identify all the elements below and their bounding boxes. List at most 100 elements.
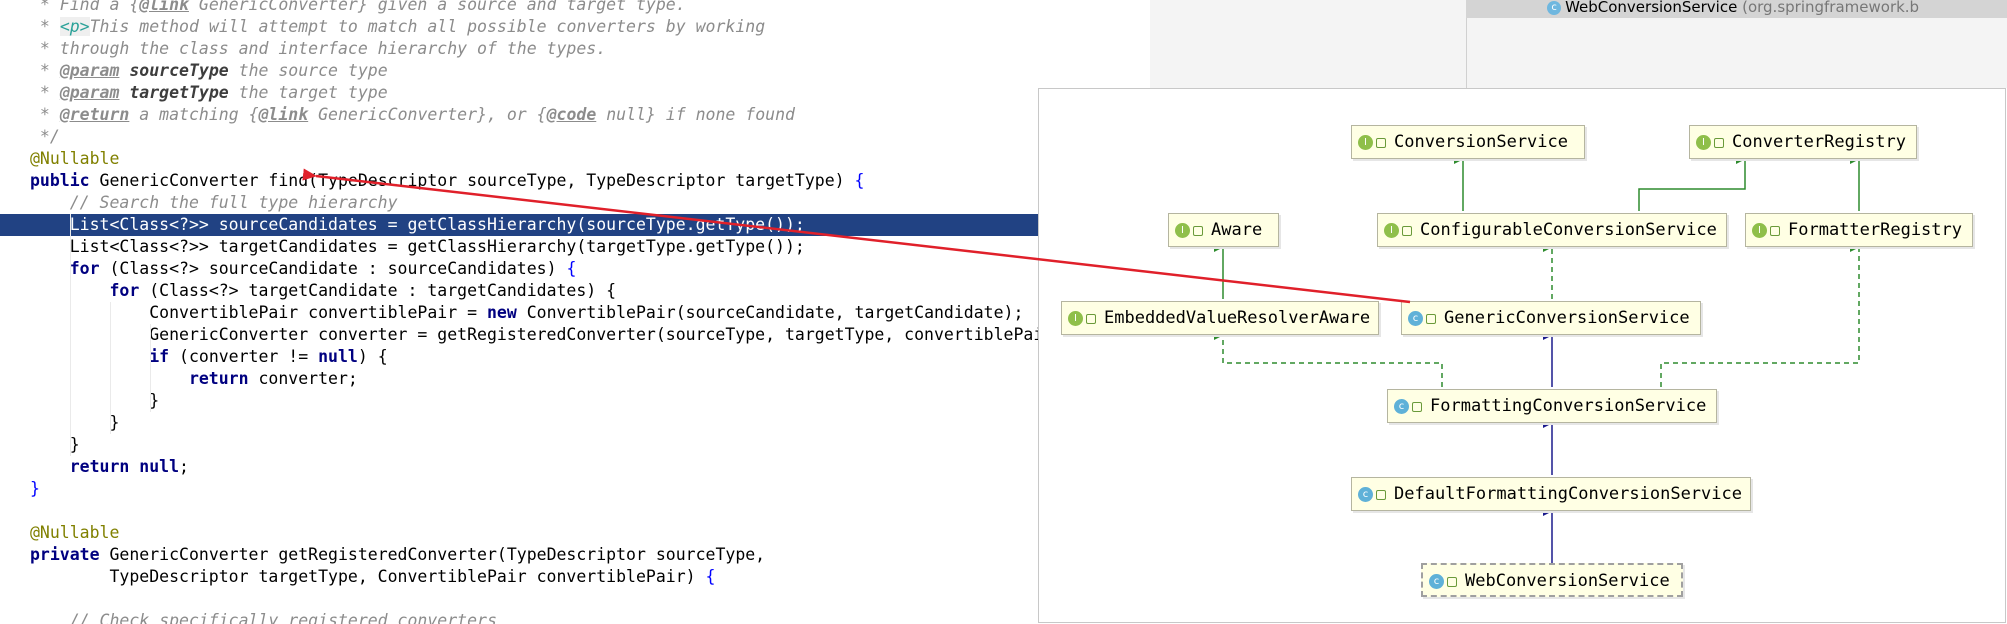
code-token: */ [30, 127, 60, 146]
node-default-formatting-conversion-service[interactable]: c DefaultFormattingConversionService [1351, 477, 1751, 511]
edge-configurable-to-registry [1638, 154, 1746, 211]
code-token: { [854, 171, 865, 190]
code-token: @link [258, 105, 309, 124]
interface-icon: I [1358, 134, 1373, 150]
code-line[interactable] [0, 588, 1150, 610]
node-embedded-value-resolver-aware[interactable]: I EmbeddedValueResolverAware [1061, 301, 1379, 335]
interface-icon: I [1384, 222, 1399, 238]
code-line[interactable]: } [0, 434, 1150, 456]
code-token: List<Class<?>> targetCandidates = getCla… [30, 237, 805, 256]
structure-item-name: WebConversionService [1565, 0, 1738, 16]
code-editor[interactable]: * Find a {@link GenericConverter} given … [0, 0, 1150, 624]
code-line[interactable]: private GenericConverter getRegisteredCo… [0, 544, 1150, 566]
node-converter-registry[interactable]: I ConverterRegistry [1689, 125, 1917, 159]
code-line[interactable]: List<Class<?>> targetCandidates = getCla… [0, 236, 1150, 258]
edge-formatting-to-embedded [1214, 330, 1443, 387]
node-conversion-service[interactable]: I ConversionService [1351, 125, 1585, 159]
indent-guide [70, 214, 71, 456]
code-token: (Class<?> sourceCandidate : sourceCandid… [99, 259, 567, 278]
indent-guide [110, 302, 111, 434]
code-token: @param [59, 61, 120, 80]
code-line[interactable]: } [0, 478, 1150, 500]
code-token: new [486, 303, 517, 322]
code-line[interactable]: * @return a matching {@link GenericConve… [0, 104, 1150, 126]
code-token: * Find a { [30, 0, 140, 14]
node-formatter-registry[interactable]: I FormatterRegistry [1745, 213, 1973, 247]
code-line[interactable]: * @param targetType the target type [0, 82, 1150, 104]
code-line[interactable]: ConvertiblePair convertiblePair = new Co… [0, 302, 1150, 324]
code-token: private [30, 545, 100, 564]
code-token: converter; [248, 369, 358, 388]
code-token: } [30, 391, 160, 410]
code-token: @return [59, 105, 130, 124]
code-line[interactable]: @Nullable [0, 522, 1150, 544]
code-line[interactable]: } [0, 390, 1150, 412]
lock-icon [1770, 226, 1780, 236]
node-formatting-conversion-service[interactable]: c FormattingConversionService [1387, 389, 1717, 423]
code-line[interactable]: @Nullable [0, 148, 1150, 170]
lock-icon [1402, 226, 1412, 236]
lock-icon [1714, 138, 1724, 148]
code-token: the source type [228, 61, 388, 80]
code-token: GenericConverter getRegisteredConverter(… [99, 545, 766, 564]
code-line[interactable]: * <p>This method will attempt to match a… [0, 16, 1150, 38]
code-token: ; [179, 457, 189, 476]
lock-icon [1193, 226, 1203, 236]
code-token: @Nullable [30, 149, 120, 168]
code-line[interactable]: } [0, 412, 1150, 434]
code-token: for [30, 281, 140, 300]
code-token: * [30, 105, 60, 124]
code-token: targetType [129, 83, 229, 102]
code-line[interactable]: // Search the full type hierarchy [0, 192, 1150, 214]
code-line[interactable]: * Find a {@link GenericConverter} given … [0, 0, 1150, 16]
code-line[interactable]: // Check specifically registered convert… [0, 610, 1150, 624]
code-line[interactable]: for (Class<?> targetCandidate : targetCa… [0, 280, 1150, 302]
class-icon: c [1547, 0, 1562, 15]
code-token: public [30, 171, 90, 190]
code-line[interactable] [0, 500, 1150, 522]
class-icon: c [1408, 310, 1423, 326]
structure-item-package: (org.springframework.b [1742, 0, 1920, 16]
code-token: { [705, 567, 716, 586]
code-line[interactable]: * @param sourceType the source type [0, 60, 1150, 82]
node-generic-conversion-service[interactable]: c GenericConversionService [1401, 301, 1701, 335]
code-token: // Check specifically registered convert… [30, 611, 497, 624]
interface-icon: I [1752, 222, 1767, 238]
code-token: return [30, 369, 249, 388]
code-line[interactable]: public GenericConverter find(TypeDescrip… [0, 170, 1150, 192]
code-token: (Class<?> targetCandidate : targetCandid… [139, 281, 617, 300]
code-token: } [30, 479, 40, 498]
code-token: TypeDescriptor targetType, ConvertiblePa… [30, 567, 706, 586]
diagram-edges [1214, 154, 1860, 563]
indent-guide [150, 324, 151, 412]
code-line[interactable]: return converter; [0, 368, 1150, 390]
code-token: * [30, 17, 60, 36]
code-line[interactable]: return null; [0, 456, 1150, 478]
lock-icon [1426, 314, 1436, 324]
lock-icon [1086, 314, 1096, 324]
structure-item-web-conversion-service[interactable]: c WebConversionService (org.springframewo… [1466, 0, 2007, 18]
node-web-conversion-service[interactable]: c WebConversionService [1421, 563, 1683, 597]
node-aware[interactable]: I Aware [1168, 213, 1279, 247]
code-line[interactable]: TypeDescriptor targetType, ConvertiblePa… [0, 566, 1150, 588]
lock-icon [1412, 402, 1422, 412]
class-icon: c [1429, 573, 1444, 589]
code-line[interactable]: List<Class<?>> sourceCandidates = getCla… [0, 214, 1150, 236]
code-token: sourceType [129, 61, 229, 80]
code-token: return null [30, 457, 180, 476]
code-line[interactable]: GenericConverter converter = getRegister… [0, 324, 1150, 346]
code-line[interactable]: if (converter != null) { [0, 346, 1150, 368]
lock-icon [1376, 490, 1386, 500]
code-token: // Search the full type hierarchy [30, 193, 398, 212]
code-token: ConvertiblePair(sourceCandidate, targetC… [516, 303, 1024, 322]
class-hierarchy-diagram[interactable]: I ConversionService I ConverterRegistry IA… [1038, 88, 2006, 623]
code-line[interactable]: * through the class and interface hierar… [0, 38, 1150, 60]
code-line[interactable]: */ [0, 126, 1150, 148]
class-icon: c [1394, 398, 1409, 414]
code-line[interactable]: for (Class<?> sourceCandidate : sourceCa… [0, 258, 1150, 280]
code-token: @Nullable [30, 523, 120, 542]
node-configurable-conversion-service[interactable]: I ConfigurableConversionService [1377, 213, 1727, 247]
code-token: * [30, 83, 60, 102]
code-token: for [30, 259, 100, 278]
code-token: * through the class and interface hierar… [30, 39, 607, 58]
